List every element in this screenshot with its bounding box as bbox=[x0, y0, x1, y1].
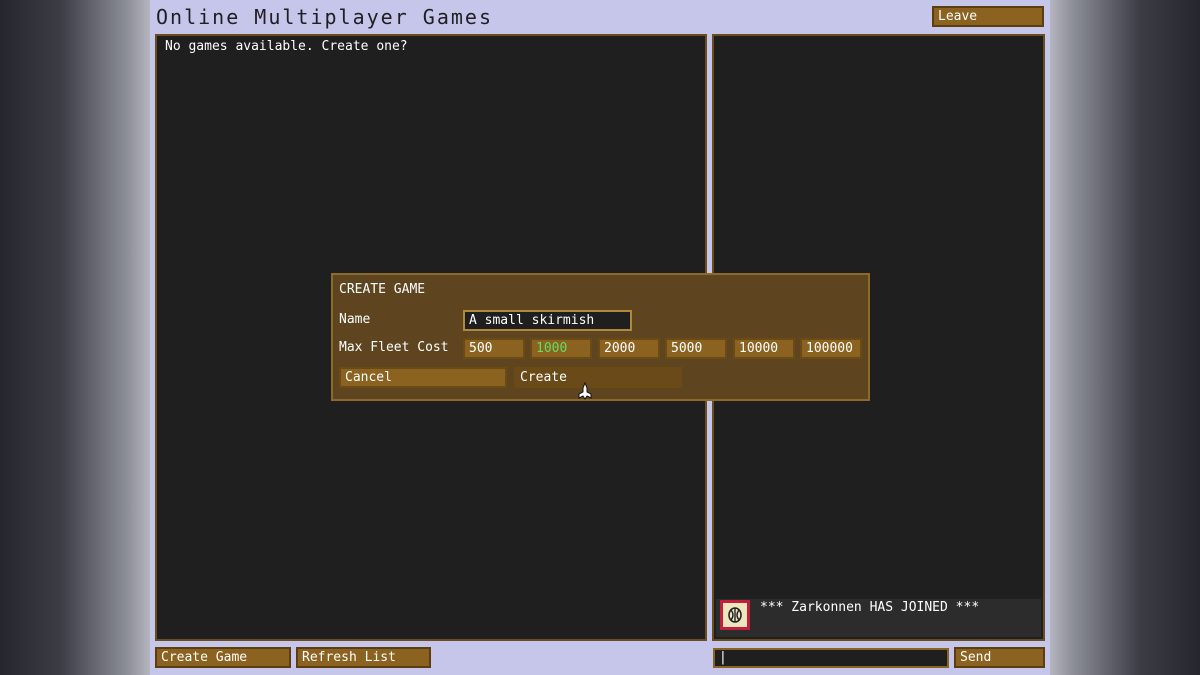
chat-input[interactable]: | bbox=[713, 648, 949, 668]
chat-message: *** Zarkonnen HAS JOINED *** bbox=[716, 599, 1041, 637]
empty-games-message: No games available. Create one? bbox=[165, 39, 408, 54]
alien-emblem-icon bbox=[723, 603, 747, 627]
game-name-input[interactable]: A small skirmish bbox=[463, 310, 632, 331]
right-backdrop bbox=[1050, 0, 1200, 675]
mouse-cursor-icon bbox=[577, 381, 593, 404]
create-game-button[interactable]: Create Game bbox=[155, 647, 291, 668]
cost-option-5000[interactable]: 5000 bbox=[665, 338, 727, 359]
name-label: Name bbox=[339, 312, 371, 327]
max-fleet-cost-label: Max Fleet Cost bbox=[339, 340, 449, 355]
cost-option-1000[interactable]: 1000 bbox=[530, 338, 592, 359]
create-button[interactable]: Create bbox=[514, 367, 682, 388]
cost-option-100000[interactable]: 100000 bbox=[800, 338, 862, 359]
create-game-dialog: CREATE GAME Name A small skirmish Max Fl… bbox=[331, 273, 870, 401]
cost-option-500[interactable]: 500 bbox=[463, 338, 525, 359]
cancel-button[interactable]: Cancel bbox=[339, 367, 507, 388]
cost-option-2000[interactable]: 2000 bbox=[598, 338, 660, 359]
refresh-list-button[interactable]: Refresh List bbox=[296, 647, 431, 668]
chat-message-text: *** Zarkonnen HAS JOINED *** bbox=[760, 600, 980, 615]
send-button[interactable]: Send bbox=[954, 647, 1045, 668]
player-avatar bbox=[720, 600, 750, 630]
dialog-title: CREATE GAME bbox=[339, 282, 426, 297]
page-title: Online Multiplayer Games bbox=[156, 5, 493, 29]
leave-button[interactable]: Leave bbox=[932, 6, 1044, 27]
cost-option-10000[interactable]: 10000 bbox=[733, 338, 795, 359]
left-backdrop bbox=[0, 0, 150, 675]
